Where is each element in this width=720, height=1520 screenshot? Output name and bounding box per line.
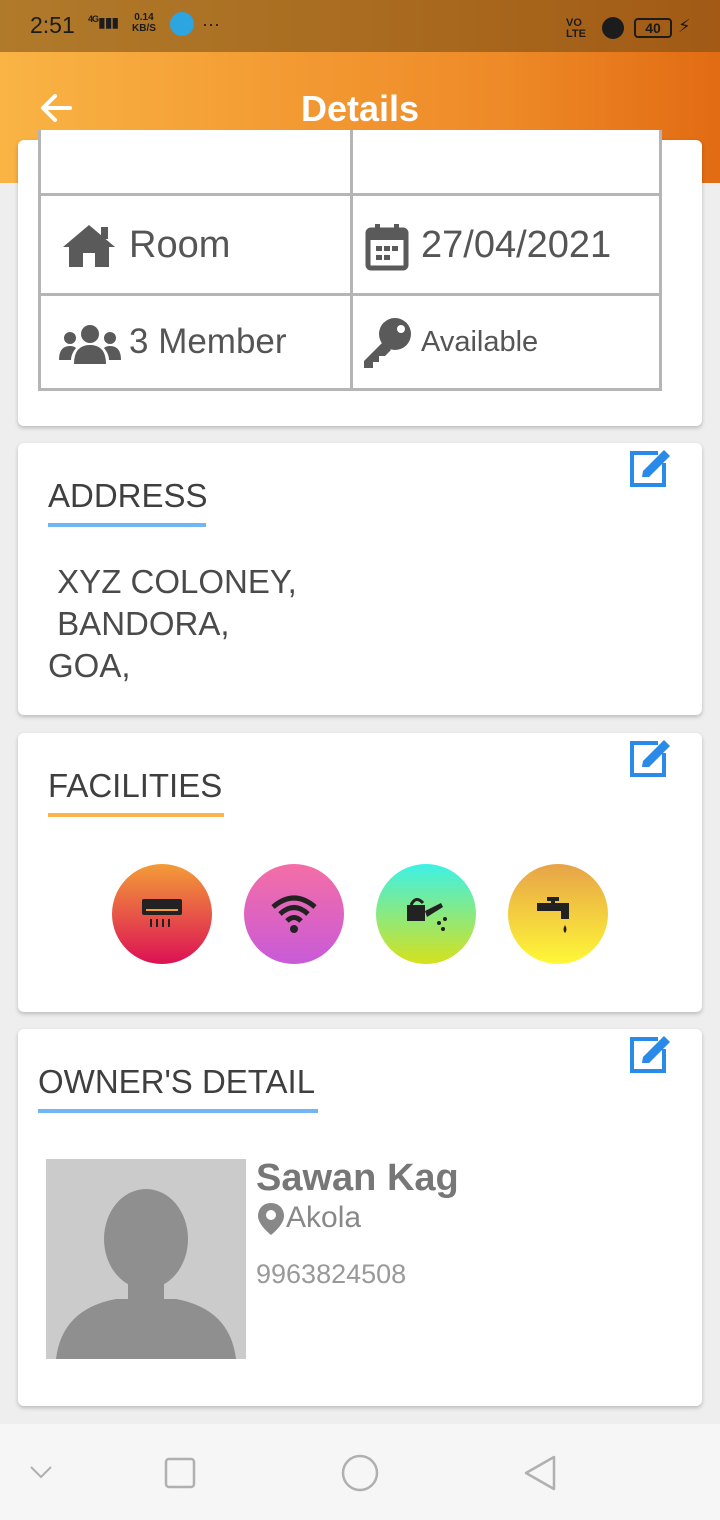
home-nav-icon[interactable] <box>340 1453 380 1498</box>
telegram-icon <box>170 12 194 36</box>
system-nav-bar <box>0 1424 720 1520</box>
location-pin-icon <box>258 1203 284 1240</box>
chevron-down-icon[interactable] <box>28 1462 54 1487</box>
air-conditioner-icon[interactable] <box>112 864 212 964</box>
volte-icon: VO LTE <box>566 17 586 40</box>
address-text: XYZ COLONEY, BANDORA, GOA, <box>48 563 297 684</box>
water-tap-icon[interactable] <box>508 864 608 964</box>
owner-card: OWNER'S DETAIL Sawan Kag Akola 996382450… <box>18 1029 702 1406</box>
watering-can-icon[interactable] <box>376 864 476 964</box>
network-speed: 0.14 KB/S <box>132 12 156 34</box>
signal-icon: 4G▮▮▮ <box>88 14 119 30</box>
room-type: Room <box>129 224 231 266</box>
owner-heading: OWNER'S DETAIL <box>38 1063 316 1100</box>
edit-owner-icon[interactable] <box>628 1033 674 1073</box>
edit-facilities-icon[interactable] <box>628 737 674 777</box>
status-time: 2:51 <box>30 12 75 38</box>
calendar-icon <box>365 223 409 276</box>
alarm-icon <box>602 17 624 39</box>
facilities-underline <box>48 813 224 817</box>
owner-city: Akola <box>286 1201 362 1234</box>
charging-icon: ⚡ <box>678 16 691 36</box>
wifi-icon[interactable] <box>244 864 344 964</box>
users-icon <box>59 324 121 369</box>
page-title: Details <box>300 88 420 129</box>
battery-icon: 40 <box>634 18 672 38</box>
address-heading: ADDRESS <box>48 477 208 514</box>
status-cell: Available <box>350 293 662 391</box>
address-underline <box>48 523 206 527</box>
recent-apps-icon[interactable] <box>164 1457 196 1494</box>
member-count: 3 Member <box>129 322 287 361</box>
hidden-cell <box>350 130 662 196</box>
owner-name: Sawan Kag <box>256 1157 459 1199</box>
more-notifications-icon: ··· <box>202 14 220 34</box>
facilities-card: FACILITIES <box>18 733 702 1012</box>
members-cell: 3 Member <box>38 293 353 391</box>
facilities-heading: FACILITIES <box>48 767 223 804</box>
owner-avatar <box>46 1159 246 1359</box>
available-date: 27/04/2021 <box>421 224 612 266</box>
date-cell: 27/04/2021 <box>350 193 662 296</box>
address-card: ADDRESS XYZ COLONEY, BANDORA, GOA, <box>18 443 702 715</box>
room-type-cell: Room <box>38 193 353 296</box>
status-bar: 2:51 4G▮▮▮ 0.14 KB/S ··· VO LTE 40 ⚡ <box>0 0 720 52</box>
key-icon <box>361 316 413 375</box>
room-info-card: Room 27/04/2021 3 Member Available <box>18 130 702 426</box>
edit-address-icon[interactable] <box>628 447 674 487</box>
availability-status: Available <box>421 326 539 358</box>
back-nav-icon[interactable] <box>522 1454 558 1497</box>
home-icon <box>61 223 117 274</box>
owner-underline <box>38 1109 318 1113</box>
hidden-cell <box>38 130 353 196</box>
owner-phone[interactable]: 9963824508 <box>256 1259 406 1290</box>
room-info-grid: Room 27/04/2021 3 Member Available <box>38 130 662 396</box>
